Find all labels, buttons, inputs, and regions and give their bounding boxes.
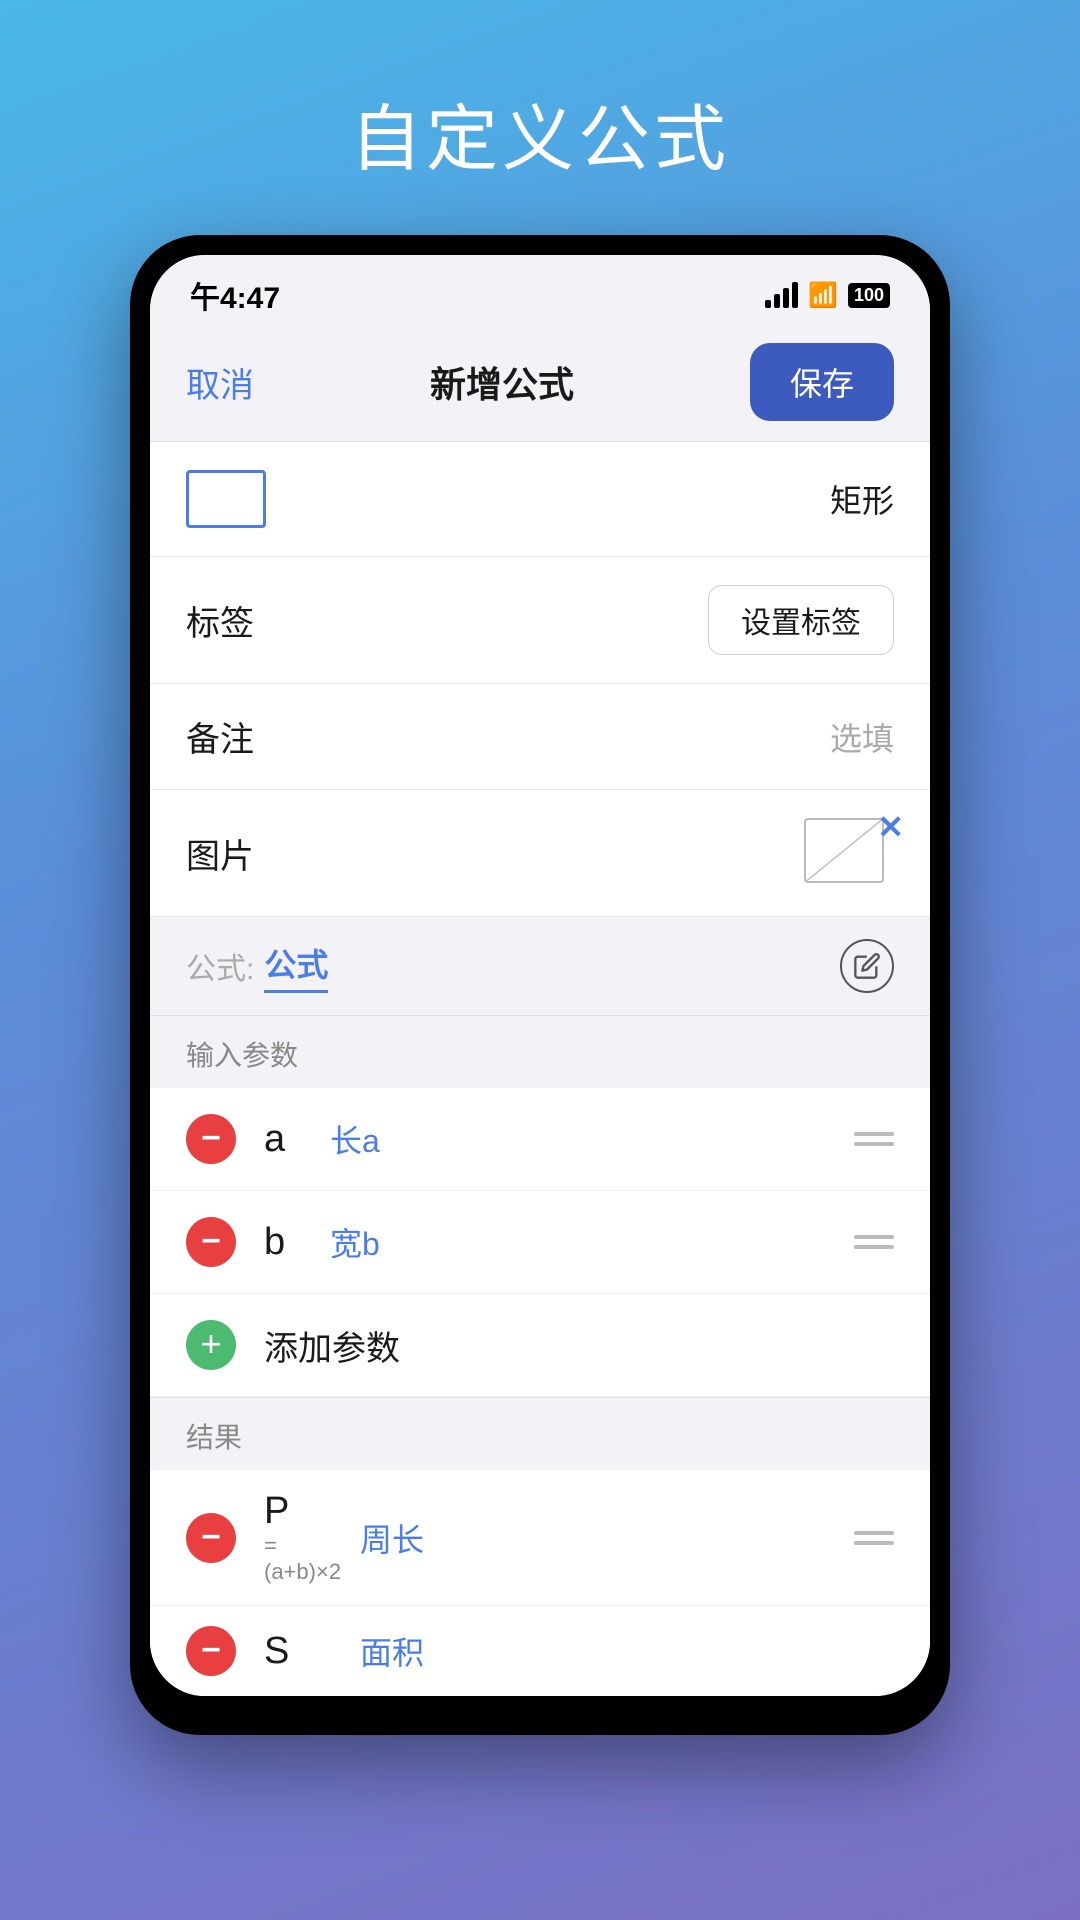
plus-icon: + <box>200 1326 221 1362</box>
signal-bar-3 <box>783 288 789 308</box>
save-button[interactable]: 保存 <box>750 343 894 421</box>
drag-line-p-2 <box>854 1541 894 1545</box>
set-tag-button[interactable]: 设置标签 <box>708 585 894 655</box>
param-desc-b[interactable]: 宽b <box>330 1219 854 1265</box>
shape-label: 矩形 <box>830 476 894 522</box>
result-var-s: S <box>264 1630 289 1673</box>
content-area: 矩形 标签 设置标签 备注 选填 图片 <box>150 442 930 1696</box>
delete-param-b-button[interactable]: − <box>186 1217 236 1267</box>
battery-icon: 100 <box>848 283 890 308</box>
param-var-a: a <box>264 1118 314 1161</box>
results-label: 结果 <box>186 1422 242 1453</box>
add-param-row: + 添加参数 <box>150 1294 930 1397</box>
add-param-button[interactable]: + <box>186 1320 236 1370</box>
image-row: 图片 ✕ <box>150 790 930 917</box>
drag-line-b-2 <box>854 1245 894 1249</box>
param-row-a: − a 长a <box>150 1088 930 1191</box>
image-row-label: 图片 <box>186 829 254 878</box>
status-bar: 午4:47 📶 100 <box>150 255 930 327</box>
shape-preview[interactable] <box>186 470 266 528</box>
phone-mockup: 午4:47 📶 100 取消 新增公式 保存 矩形 <box>130 235 950 1735</box>
minus-icon-p: − <box>201 1520 221 1554</box>
phone-screen: 午4:47 📶 100 取消 新增公式 保存 矩形 <box>150 255 930 1696</box>
tag-row: 标签 设置标签 <box>150 557 930 684</box>
input-params-section-header: 输入参数 <box>150 1016 930 1088</box>
drag-line-b-1 <box>854 1235 894 1239</box>
formula-section: 公式: 公式 <box>150 917 930 1016</box>
delete-result-s-button[interactable]: − <box>186 1626 236 1676</box>
result-formula-p: =(a+b)×2 <box>264 1533 344 1585</box>
result-desc-p[interactable]: 周长 <box>360 1515 854 1561</box>
drag-line-2 <box>854 1142 894 1146</box>
param-row-b: − b 宽b <box>150 1191 930 1294</box>
signal-bar-4 <box>792 282 798 308</box>
formula-edit-button[interactable] <box>840 939 894 993</box>
drag-handle-a[interactable] <box>854 1132 894 1146</box>
results-section-header: 结果 <box>150 1397 930 1470</box>
shape-row: 矩形 <box>150 442 930 557</box>
delete-result-p-button[interactable]: − <box>186 1513 236 1563</box>
drag-handle-p[interactable] <box>854 1531 894 1545</box>
delete-param-a-button[interactable]: − <box>186 1114 236 1164</box>
nav-title: 新增公式 <box>430 356 574 408</box>
drag-handle-b[interactable] <box>854 1235 894 1249</box>
signal-bar-1 <box>765 300 771 308</box>
page-title: 自定义公式 <box>0 80 1080 185</box>
wifi-icon: 📶 <box>808 281 838 310</box>
drag-line-1 <box>854 1132 894 1136</box>
formula-tab-active[interactable]: 公式 <box>264 940 328 993</box>
page-title-area: 自定义公式 <box>0 0 1080 235</box>
add-param-label: 添加参数 <box>264 1321 400 1370</box>
formula-tab-prefix: 公式: <box>186 944 254 988</box>
note-placeholder[interactable]: 选填 <box>830 714 894 760</box>
param-desc-a[interactable]: 长a <box>330 1116 854 1162</box>
nav-bar: 取消 新增公式 保存 <box>150 327 930 442</box>
result-row-s: − S 面积 <box>150 1606 930 1696</box>
result-var-group-p: P =(a+b)×2 <box>264 1490 344 1585</box>
note-row-label: 备注 <box>186 712 254 761</box>
signal-bars-icon <box>765 282 798 308</box>
cancel-button[interactable]: 取消 <box>186 358 254 407</box>
result-row-p: − P =(a+b)×2 周长 <box>150 1470 930 1606</box>
minus-icon-s: − <box>201 1633 221 1667</box>
note-row: 备注 选填 <box>150 684 930 790</box>
minus-icon: − <box>201 1121 221 1155</box>
formula-tab-row: 公式: 公式 <box>150 917 930 1016</box>
image-close-icon[interactable]: ✕ <box>877 808 904 846</box>
status-icons: 📶 100 <box>765 281 890 310</box>
image-preview-box <box>804 818 884 883</box>
status-time: 午4:47 <box>190 273 280 317</box>
image-preview-container[interactable]: ✕ <box>804 818 894 888</box>
result-desc-s[interactable]: 面积 <box>360 1628 894 1674</box>
drag-line-p-1 <box>854 1531 894 1535</box>
minus-icon-b: − <box>201 1224 221 1258</box>
param-var-b: b <box>264 1221 314 1264</box>
signal-bar-2 <box>774 294 780 308</box>
result-var-group-s: S <box>264 1630 344 1673</box>
formula-tab-left: 公式: 公式 <box>186 940 328 993</box>
tag-row-label: 标签 <box>186 596 254 645</box>
result-var-p: P <box>264 1490 289 1533</box>
input-params-label: 输入参数 <box>186 1040 298 1071</box>
